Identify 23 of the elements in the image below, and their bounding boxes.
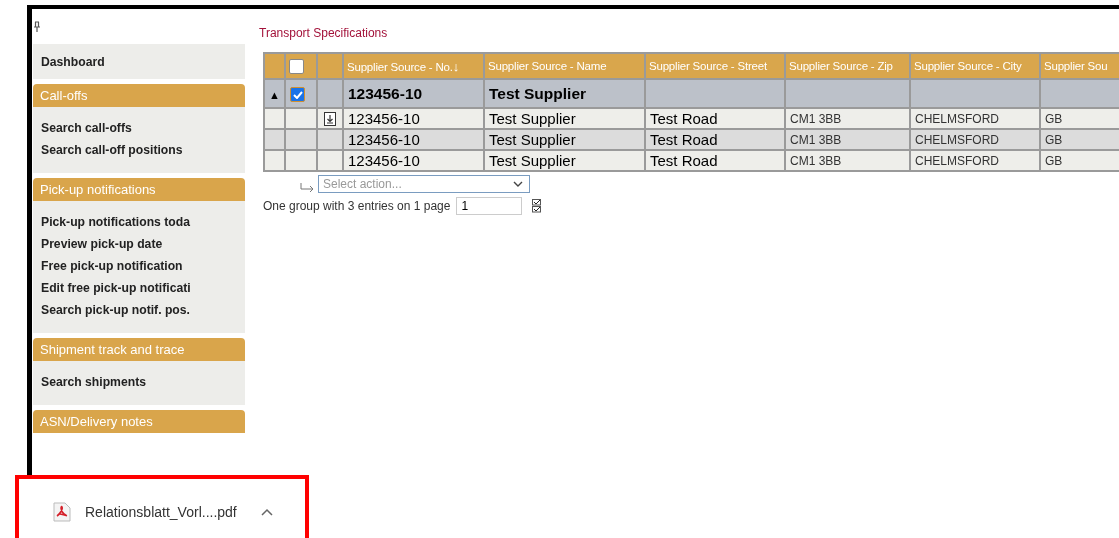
checkbox[interactable]	[290, 86, 305, 102]
page-title: Transport Specifications	[259, 26, 389, 40]
chevron-down-icon	[513, 181, 523, 187]
table-cell: Test Supplier	[484, 79, 645, 108]
menu-item[interactable]: Preview pick-up date	[33, 237, 245, 252]
menu-item[interactable]: Search shipments	[33, 375, 245, 390]
page-input[interactable]: 1	[456, 197, 523, 215]
menu-item[interactable]: Free pick-up notification	[33, 259, 245, 274]
menu-item[interactable]: Dashboard	[33, 55, 245, 70]
checklist-icon[interactable]	[532, 199, 542, 213]
return-arrow-icon	[300, 183, 316, 193]
checkbox[interactable]	[289, 58, 304, 74]
menu-item[interactable]: Search call-offs	[33, 121, 245, 136]
pager-summary: One group with 3 entries on 1 page	[263, 199, 451, 213]
download-item[interactable]: Relationsblatt_Vorl....pdf	[19, 479, 305, 522]
menu-item[interactable]: Edit free pick-up notificati	[33, 281, 245, 296]
pdf-file-icon	[53, 502, 71, 522]
menu-item[interactable]: Search pick-up notif. pos.	[33, 303, 245, 318]
menu-item[interactable]: Pick-up notifications toda	[33, 215, 245, 230]
chevron-up-icon[interactable]	[260, 508, 273, 516]
menu-item[interactable]: Search call-off positions	[33, 143, 245, 158]
table-cell: 123456-10	[343, 79, 484, 108]
pin-icon[interactable]	[33, 21, 41, 32]
